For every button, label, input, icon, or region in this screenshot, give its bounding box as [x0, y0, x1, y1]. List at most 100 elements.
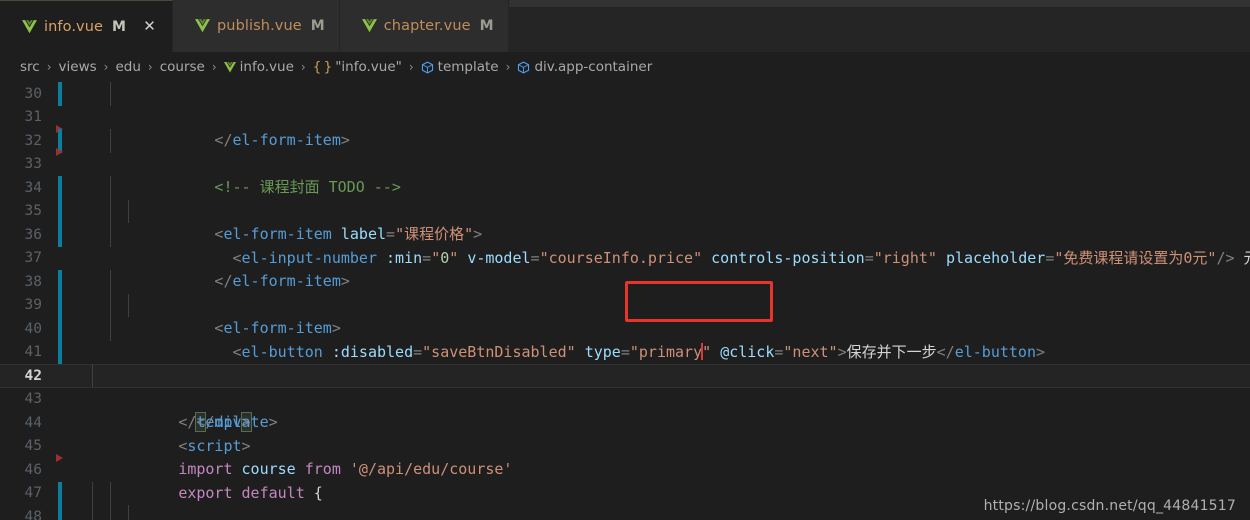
line-content: </el-form> [86, 341, 1250, 384]
line-number: 38 [24, 273, 42, 290]
code-line[interactable]: 35 <el-input-number :min="0" v-model="co… [0, 199, 1250, 267]
gutter[interactable] [46, 317, 86, 341]
tab-info-vue[interactable]: info.vue M ✕ [0, 0, 173, 52]
breadcrumb-label: src [20, 59, 40, 75]
close-icon[interactable]: ✕ [141, 18, 158, 35]
tab-publish-vue[interactable]: publish.vue M [172, 0, 340, 52]
breadcrumb-label: views [58, 59, 97, 75]
code-lines: 30 </el-form-item> 31 32 <!-- 课程封面 TODO … [0, 82, 1250, 520]
change-marker [58, 270, 62, 294]
line-content: <el-input-number :min="0" v-model="cours… [86, 199, 1250, 267]
tab-modified-badge: M [112, 18, 126, 35]
code-line[interactable]: 36 </el-form-item> [0, 223, 1250, 290]
code-line[interactable]: 45 import course from '@/api/edu/course' [0, 435, 1250, 478]
breadcrumb: src › views › edu › course › info.vue › … [0, 52, 1250, 82]
line-number: 44 [24, 414, 42, 431]
code-line-active[interactable]: 42 </div> [0, 364, 1250, 432]
line-content: <el-form-item label="课程价格"> [86, 176, 1250, 243]
line-content: import course from '@/api/edu/course' [178, 460, 513, 478]
code-line[interactable]: 38 <el-form-item> [0, 270, 1250, 337]
gutter[interactable] [46, 435, 86, 462]
line-content [86, 106, 1250, 130]
breadcrumb-item-div-app-container[interactable]: div.app-container [517, 59, 652, 75]
gutter[interactable] [46, 129, 86, 156]
chevron-right-icon: › [211, 60, 217, 74]
gutter[interactable] [46, 199, 86, 223]
gutter[interactable] [46, 82, 86, 106]
breadcrumb-item-symbol-file[interactable]: { } "info.vue" [313, 59, 402, 75]
gutter[interactable] [46, 153, 86, 177]
editor-tab-bar: info.vue M ✕ publish.vue M chapter.vue M [0, 0, 1250, 52]
gutter[interactable] [46, 388, 86, 412]
code-line[interactable]: 32 <!-- 课程封面 TODO --> [0, 129, 1250, 196]
code-line[interactable]: 33 [0, 153, 1250, 177]
code-line[interactable]: 41 </el-form> [0, 340, 1250, 384]
vue-icon [223, 61, 236, 72]
breadcrumb-item-edu[interactable]: edu [115, 59, 140, 75]
tab-label: info.vue [44, 18, 104, 35]
line-content: <!-- 课程封面 TODO --> [86, 129, 1250, 196]
line-number: 37 [24, 250, 42, 267]
gutter[interactable] [46, 223, 86, 247]
line-number: 34 [24, 179, 42, 196]
chevron-right-icon: › [505, 60, 511, 74]
line-number: 30 [24, 85, 42, 102]
chevron-right-icon: › [408, 60, 414, 74]
code-line[interactable]: 40 </el-form-item> [0, 317, 1250, 384]
code-line[interactable]: 46 export default { [0, 458, 1250, 502]
line-content: <el-form-item> [86, 270, 1250, 337]
line-number: 35 [24, 203, 42, 220]
change-marker [58, 293, 62, 317]
breadcrumb-item-views[interactable]: views [59, 59, 97, 75]
gutter[interactable] [46, 505, 86, 520]
line-number: 47 [24, 485, 42, 502]
gutter[interactable] [46, 458, 86, 482]
change-marker [58, 223, 62, 247]
code-line[interactable]: 34 <el-form-item label="课程价格"> [0, 176, 1250, 243]
line-content: </el-form-item> [86, 82, 1250, 149]
breadcrumb-item-src[interactable]: src [20, 59, 40, 75]
line-number: 42 [24, 367, 42, 384]
breadcrumb-item-template[interactable]: template [421, 59, 499, 75]
line-content [86, 247, 1250, 271]
line-number: 39 [24, 297, 42, 314]
gutter[interactable] [46, 270, 86, 294]
breadcrumb-item-info-vue[interactable]: info.vue [223, 59, 294, 75]
code-line-annotated[interactable]: 39 <el-button :disabled="saveBtnDisabled… [0, 293, 1250, 361]
gutter[interactable] [46, 106, 86, 133]
tab-modified-badge: M [479, 18, 494, 34]
chevron-right-icon: › [147, 60, 153, 74]
line-content: </div> [86, 364, 1250, 432]
gutter[interactable] [46, 176, 86, 200]
code-line[interactable]: 30 </el-form-item> [0, 82, 1250, 149]
code-editor[interactable]: 30 </el-form-item> 31 32 <!-- 课程封面 TODO … [0, 82, 1250, 520]
gutter[interactable] [46, 293, 86, 317]
code-line[interactable]: 44 <script> [0, 411, 1250, 455]
line-content: <el-button :disabled="saveBtnDisabled" t… [86, 293, 1250, 361]
gutter[interactable] [46, 247, 86, 271]
breadcrumb-label: info.vue [239, 59, 294, 75]
change-marker [58, 481, 62, 505]
code-line[interactable]: 37 [0, 247, 1250, 271]
line-content [86, 153, 1250, 177]
chevron-right-icon: › [300, 60, 306, 74]
gutter[interactable] [46, 481, 86, 505]
gutter[interactable] [46, 340, 86, 364]
breadcrumb-label: div.app-container [534, 59, 653, 75]
gutter[interactable] [46, 364, 86, 388]
change-marker [58, 340, 62, 364]
tab-label: publish.vue [216, 18, 302, 34]
cube-icon [518, 61, 530, 73]
line-number: 41 [24, 344, 42, 361]
change-marker [58, 82, 62, 106]
breadcrumb-item-course[interactable]: course [160, 59, 205, 75]
line-number: 33 [24, 156, 42, 173]
vue-icon [22, 19, 37, 33]
code-line[interactable]: 43 </template> [0, 388, 1250, 431]
vscode-window: info.vue M ✕ publish.vue M chapter.vue M… [0, 0, 1250, 520]
code-line[interactable]: 31 [0, 106, 1250, 133]
tab-chapter-vue[interactable]: chapter.vue M [339, 0, 509, 52]
gutter[interactable] [46, 411, 86, 435]
vue-icon [194, 19, 210, 33]
watermark: https://blog.csdn.net/qq_44841517 [983, 498, 1236, 514]
